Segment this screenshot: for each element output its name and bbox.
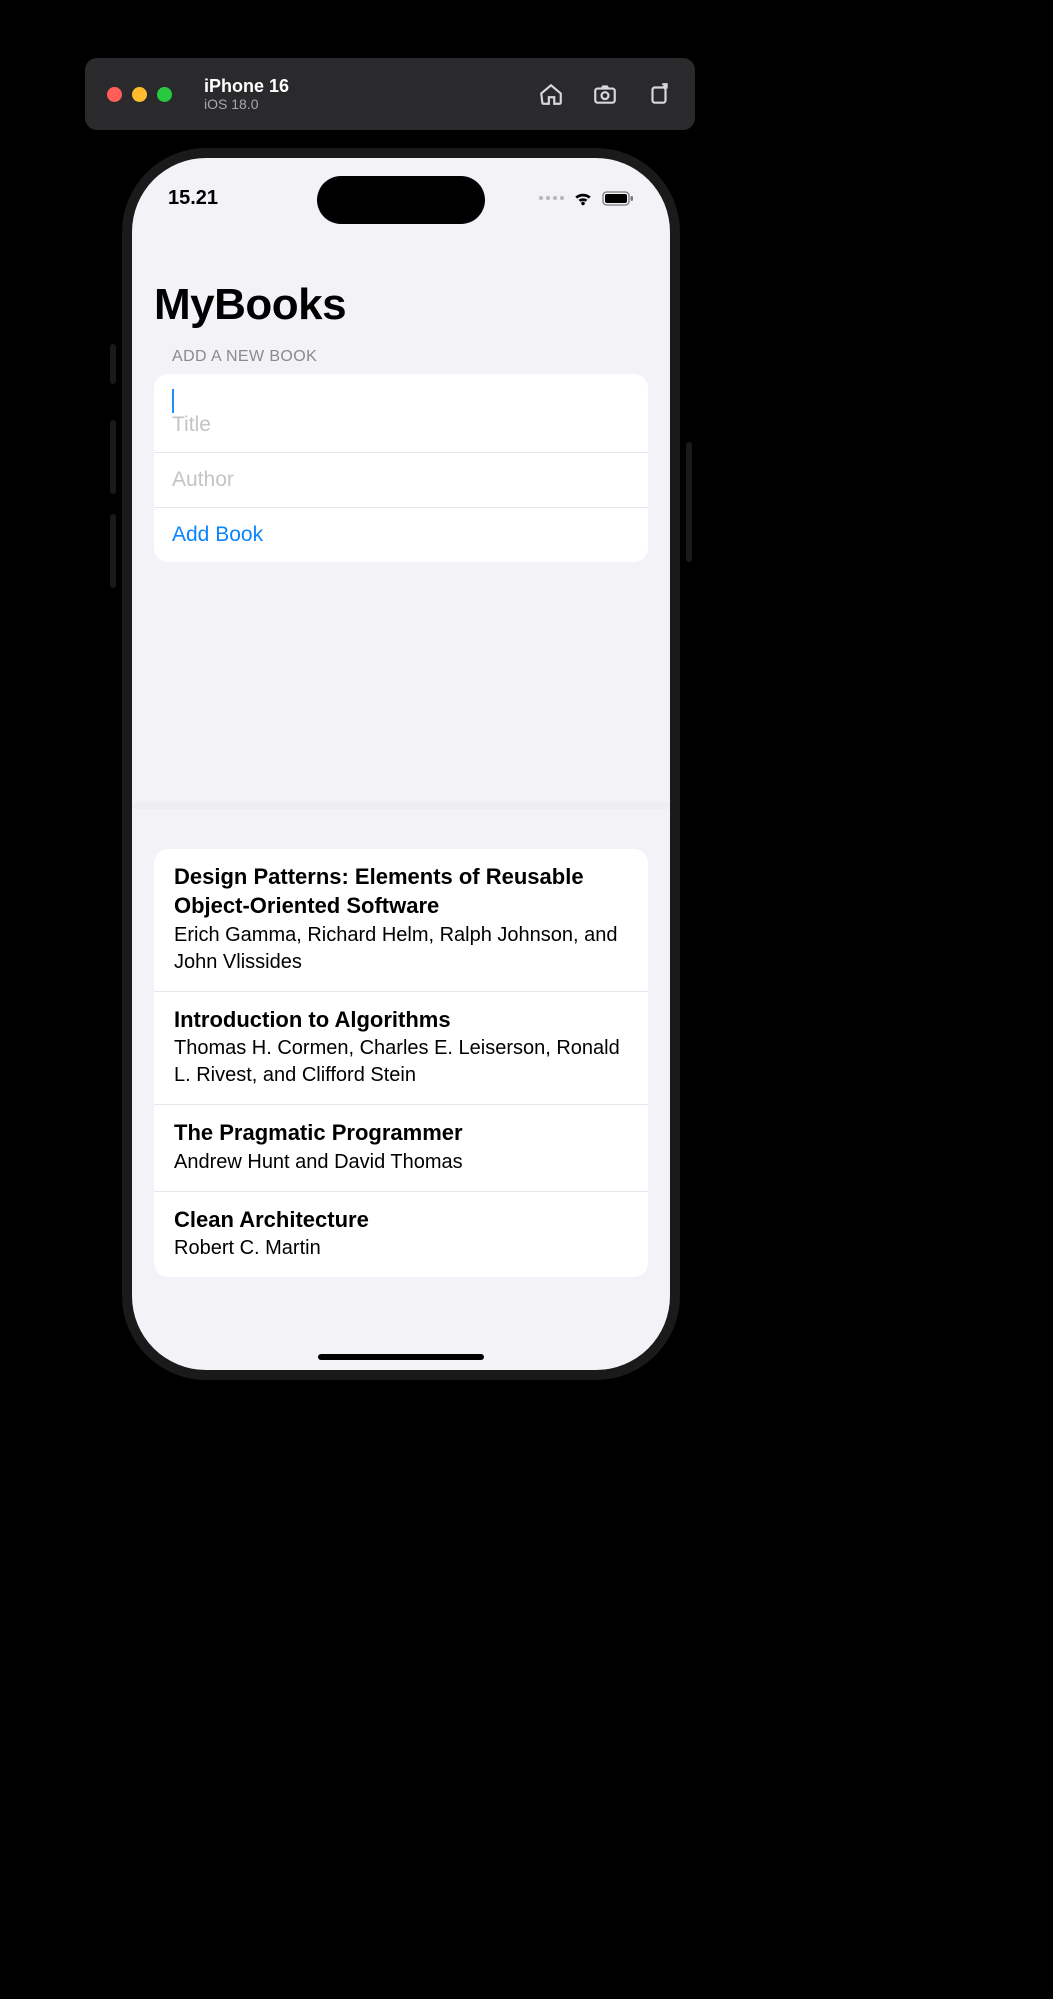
status-time: 15.21 xyxy=(168,187,218,210)
book-author: Andrew Hunt and David Thomas xyxy=(174,1149,628,1176)
dynamic-island xyxy=(317,176,485,224)
simulator-title-block: iPhone 16 iOS 18.0 xyxy=(204,76,289,113)
book-author: Thomas H. Cormen, Charles E. Leiserson, … xyxy=(174,1035,628,1089)
author-field-row[interactable] xyxy=(154,453,648,508)
page-title: MyBooks xyxy=(132,220,670,348)
book-row[interactable]: The Pragmatic ProgrammerAndrew Hunt and … xyxy=(154,1105,648,1192)
book-title: Design Patterns: Elements of Reusable Ob… xyxy=(174,863,628,920)
book-list: Design Patterns: Elements of Reusable Ob… xyxy=(154,849,648,1277)
book-title: The Pragmatic Programmer xyxy=(174,1119,628,1148)
cellular-icon xyxy=(539,196,564,200)
form-section-header: ADD A NEW BOOK xyxy=(132,348,670,374)
simulator-titlebar: iPhone 16 iOS 18.0 xyxy=(85,58,695,130)
home-icon[interactable] xyxy=(537,80,565,108)
mute-switch[interactable] xyxy=(110,344,116,384)
book-row[interactable]: Clean ArchitectureRobert C. Martin xyxy=(154,1192,648,1278)
window-controls xyxy=(107,87,172,102)
phone-frame: 15.21 MyBooks ADD A NEW BOOK xyxy=(116,142,686,1386)
battery-icon xyxy=(602,191,634,206)
book-author: Erich Gamma, Richard Helm, Ralph Johnson… xyxy=(174,922,628,976)
rotate-icon[interactable] xyxy=(645,80,673,108)
book-author: Robert C. Martin xyxy=(174,1235,628,1262)
side-button[interactable] xyxy=(686,442,692,562)
add-book-button[interactable]: Add Book xyxy=(172,523,263,547)
book-row[interactable]: Introduction to AlgorithmsThomas H. Corm… xyxy=(154,992,648,1106)
text-cursor xyxy=(172,389,174,413)
phone-screen: 15.21 MyBooks ADD A NEW BOOK xyxy=(132,158,670,1370)
screenshot-icon[interactable] xyxy=(591,80,619,108)
minimize-window-button[interactable] xyxy=(132,87,147,102)
simulator-device-label: iPhone 16 xyxy=(204,76,289,97)
simulator-os-label: iOS 18.0 xyxy=(204,96,289,112)
close-window-button[interactable] xyxy=(107,87,122,102)
author-input[interactable] xyxy=(172,468,630,492)
book-title: Introduction to Algorithms xyxy=(174,1006,628,1035)
title-field-row[interactable] xyxy=(154,374,648,453)
book-title: Clean Architecture xyxy=(174,1206,628,1235)
volume-down-button[interactable] xyxy=(110,514,116,588)
book-row[interactable]: Design Patterns: Elements of Reusable Ob… xyxy=(154,849,648,991)
wifi-icon xyxy=(572,190,594,206)
add-book-form: Add Book xyxy=(154,374,648,562)
title-input[interactable] xyxy=(172,413,630,437)
section-divider xyxy=(132,802,670,809)
home-indicator[interactable] xyxy=(318,1354,484,1360)
volume-up-button[interactable] xyxy=(110,420,116,494)
zoom-window-button[interactable] xyxy=(157,87,172,102)
